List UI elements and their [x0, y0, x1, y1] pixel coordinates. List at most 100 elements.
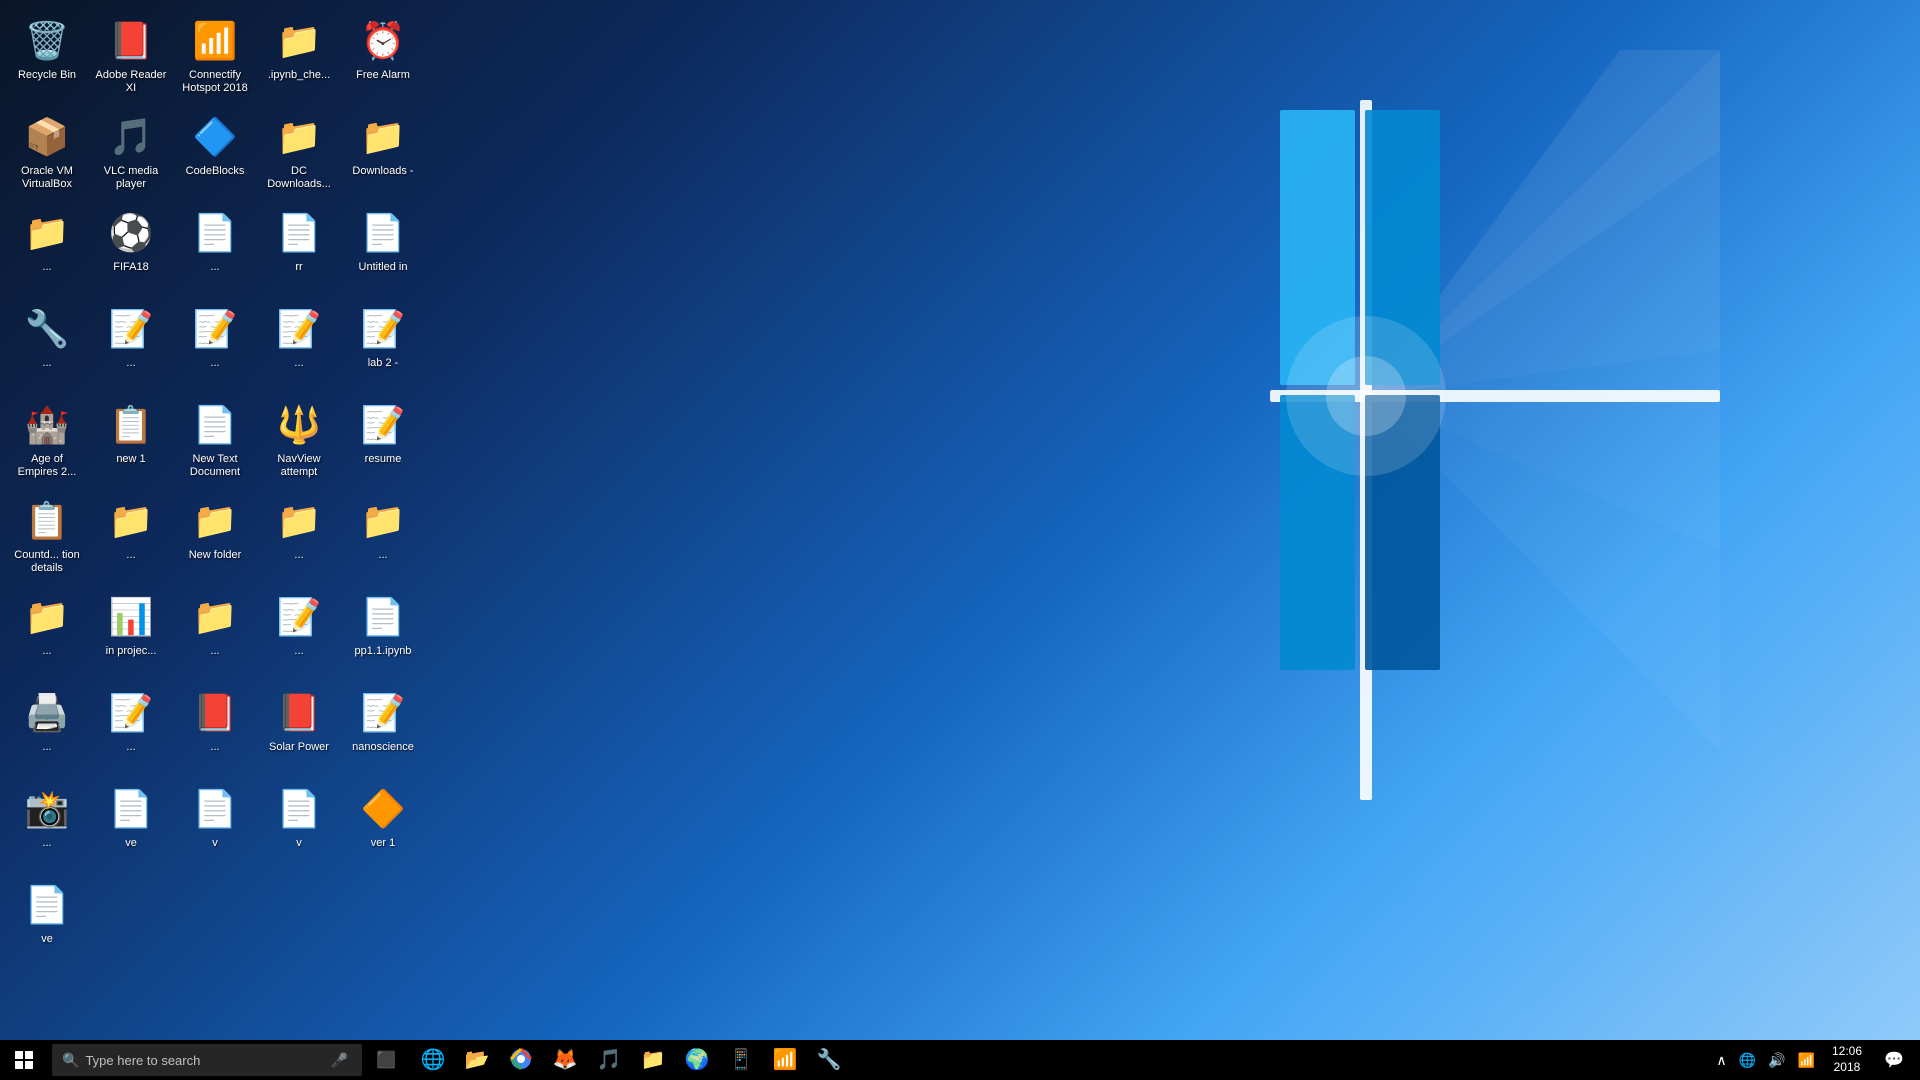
icon-img-printer: 🖨️ — [23, 689, 71, 737]
desktop-icon-rr[interactable]: 📄rr — [259, 204, 339, 294]
search-input[interactable] — [85, 1053, 330, 1068]
desktop-icon-age-of-empires[interactable]: 🏰Age of Empires 2... — [7, 396, 87, 486]
icon-img-fifa18: ⚽ — [107, 209, 155, 257]
icon-img-untitled: 📄 — [359, 209, 407, 257]
desktop-icon-folder2[interactable]: 📁... — [7, 588, 87, 678]
desktop-icon-untitled[interactable]: 📄Untitled in — [343, 204, 423, 294]
icon-label-pp1: pp1.1.ipynb — [355, 645, 412, 658]
icon-label-printer: ... — [42, 741, 51, 754]
icon-label-new1: new 1 — [116, 453, 145, 466]
desktop-icon-printer[interactable]: 🖨️... — [7, 684, 87, 774]
taskbar-chrome[interactable] — [499, 1040, 543, 1080]
desktop-icon-ipynb[interactable]: 📁.ipynb_che... — [259, 12, 339, 102]
desktop-icon-word3[interactable]: 📝... — [175, 300, 255, 390]
icon-img-pineapple: 📸 — [23, 785, 71, 833]
tray-wifi[interactable]: 📶 — [1795, 1050, 1818, 1071]
desktop-icon-dc-downloads[interactable]: 📁DC Downloads... — [259, 108, 339, 198]
desktop-icon-countdown[interactable]: 📋Countd... tion details — [7, 492, 87, 582]
desktop-icon-word2[interactable]: 📝... — [91, 684, 171, 774]
desktop-icon-new-text-doc[interactable]: 📄New Text Document — [175, 396, 255, 486]
desktop-icon-adobe-reader[interactable]: 📕Adobe Reader XI — [91, 12, 171, 102]
desktop-icon-pineapple[interactable]: 📸... — [7, 780, 87, 870]
desktop-icon-vlc[interactable]: 🎵VLC media player — [91, 108, 171, 198]
desktop-icon-free-alarm[interactable]: ⏰Free Alarm — [343, 12, 423, 102]
desktop-icon-ver1[interactable]: 🔶ver 1 — [343, 780, 423, 870]
icon-img-free-alarm: ⏰ — [359, 17, 407, 65]
clock-time: 12:06 — [1832, 1044, 1862, 1060]
mic-icon: 🎤 — [331, 1052, 348, 1069]
start-button[interactable] — [0, 1040, 48, 1080]
desktop-icon-directx[interactable]: 🔧... — [7, 300, 87, 390]
clock[interactable]: 12:06 2018 — [1824, 1044, 1870, 1075]
icon-img-folder4: 📁 — [191, 593, 239, 641]
desktop-icon-word5[interactable]: 📝... — [259, 588, 339, 678]
icon-label-ver1: ver 1 — [371, 837, 395, 850]
desktop-icon-folder4[interactable]: 📁... — [175, 588, 255, 678]
icon-label-countdown: Countd... tion details — [10, 549, 84, 575]
icon-label-ve: ve — [41, 933, 53, 946]
tray-volume[interactable]: 🔊 — [1765, 1050, 1788, 1071]
taskbar-app1[interactable]: 🌍 — [675, 1040, 719, 1080]
taskbar-edge[interactable]: 🌐 — [411, 1040, 455, 1080]
notification-button[interactable]: 💬 — [1876, 1040, 1912, 1080]
icon-img-word4: 📝 — [275, 305, 323, 353]
desktop-icon-ve4[interactable]: 📄v — [259, 780, 339, 870]
icon-img-recycle-bin: 🗑️ — [23, 17, 71, 65]
taskbar-app2[interactable]: 📱 — [719, 1040, 763, 1080]
desktop-icon-codeblocks[interactable]: 🔷CodeBlocks — [175, 108, 255, 198]
icon-img-codeblocks: 🔷 — [191, 113, 239, 161]
icon-label-folder3: ... — [126, 549, 135, 562]
desktop-icon-folder5[interactable]: 📁... — [259, 492, 339, 582]
desktop-icon-resume[interactable]: 📝resume — [343, 396, 423, 486]
icon-img-word-doc: 📝 — [107, 305, 155, 353]
desktop-icon-lab2[interactable]: 📝lab 2 - — [343, 300, 423, 390]
task-view-button[interactable]: ⬛ — [366, 1040, 406, 1080]
desktop-icon-folder6[interactable]: 📁... — [343, 492, 423, 582]
icon-img-solar-power: 📕 — [275, 689, 323, 737]
icon-label-ve2: ve — [125, 837, 137, 850]
icon-label-text-file: ... — [210, 261, 219, 274]
tray-expand[interactable]: ∧ — [1713, 1050, 1729, 1071]
desktop-icon-word-doc[interactable]: 📝... — [91, 300, 171, 390]
desktop-icon-folder3[interactable]: 📁... — [91, 492, 171, 582]
icon-img-downloads: 📁 — [359, 113, 407, 161]
desktop-icon-new1[interactable]: 📋new 1 — [91, 396, 171, 486]
desktop-icon-ve3[interactable]: 📄v — [175, 780, 255, 870]
desktop-icon-oracle-vm[interactable]: 📦Oracle VM VirtualBox — [7, 108, 87, 198]
desktop-icon-connectify[interactable]: 📶Connectify Hotspot 2018 — [175, 12, 255, 102]
desktop-icon-text-file[interactable]: 📄... — [175, 204, 255, 294]
icon-label-solar-power: Solar Power — [269, 741, 329, 754]
search-box[interactable]: 🔍 🎤 — [52, 1044, 362, 1076]
desktop-icon-ve[interactable]: 📄ve — [7, 876, 87, 966]
icon-label-word3: ... — [210, 357, 219, 370]
icon-label-word-doc: ... — [126, 357, 135, 370]
desktop-icon-ppt[interactable]: 📊in projec... — [91, 588, 171, 678]
desktop-icon-word4[interactable]: 📝... — [259, 300, 339, 390]
desktop-icon-pp1[interactable]: 📄pp1.1.ipynb — [343, 588, 423, 678]
desktop-icon-folder1[interactable]: 📁... — [7, 204, 87, 294]
taskbar-firefox[interactable]: 🦊 — [543, 1040, 587, 1080]
desktop-icon-ve2[interactable]: 📄 ve — [91, 780, 171, 870]
desktop-icon-new-folder[interactable]: 📁New folder — [175, 492, 255, 582]
desktop-icon-nanoscience[interactable]: 📝nanoscience — [343, 684, 423, 774]
desktop-icon-recycle-bin[interactable]: 🗑️Recycle Bin — [7, 12, 87, 102]
icon-img-ve2: 📄 — [107, 785, 155, 833]
taskbar-vlc[interactable]: 🎵 — [587, 1040, 631, 1080]
icon-label-word2: ... — [126, 741, 135, 754]
icon-label-word5: ... — [294, 645, 303, 658]
icon-img-new-folder: 📁 — [191, 497, 239, 545]
icon-label-ppt: in projec... — [106, 645, 157, 658]
taskbar-tool[interactable]: 🔧 — [807, 1040, 851, 1080]
desktop-icon-downloads[interactable]: 📁Downloads - — [343, 108, 423, 198]
icon-img-vlc: 🎵 — [107, 113, 155, 161]
tray-network[interactable]: 🌐 — [1736, 1050, 1759, 1071]
taskbar-file-explorer[interactable]: 📂 — [455, 1040, 499, 1080]
desktop-icon-pdf1[interactable]: 📕... — [175, 684, 255, 774]
desktop-icon-fifa18[interactable]: ⚽FIFA18 — [91, 204, 171, 294]
taskbar-wifi[interactable]: 📶 — [763, 1040, 807, 1080]
taskbar-folder[interactable]: 📁 — [631, 1040, 675, 1080]
icon-img-word2: 📝 — [107, 689, 155, 737]
desktop-icon-solar-power[interactable]: 📕 Solar Power — [259, 684, 339, 774]
icon-img-text-file: 📄 — [191, 209, 239, 257]
desktop-icon-navview[interactable]: 🔱NavView attempt — [259, 396, 339, 486]
